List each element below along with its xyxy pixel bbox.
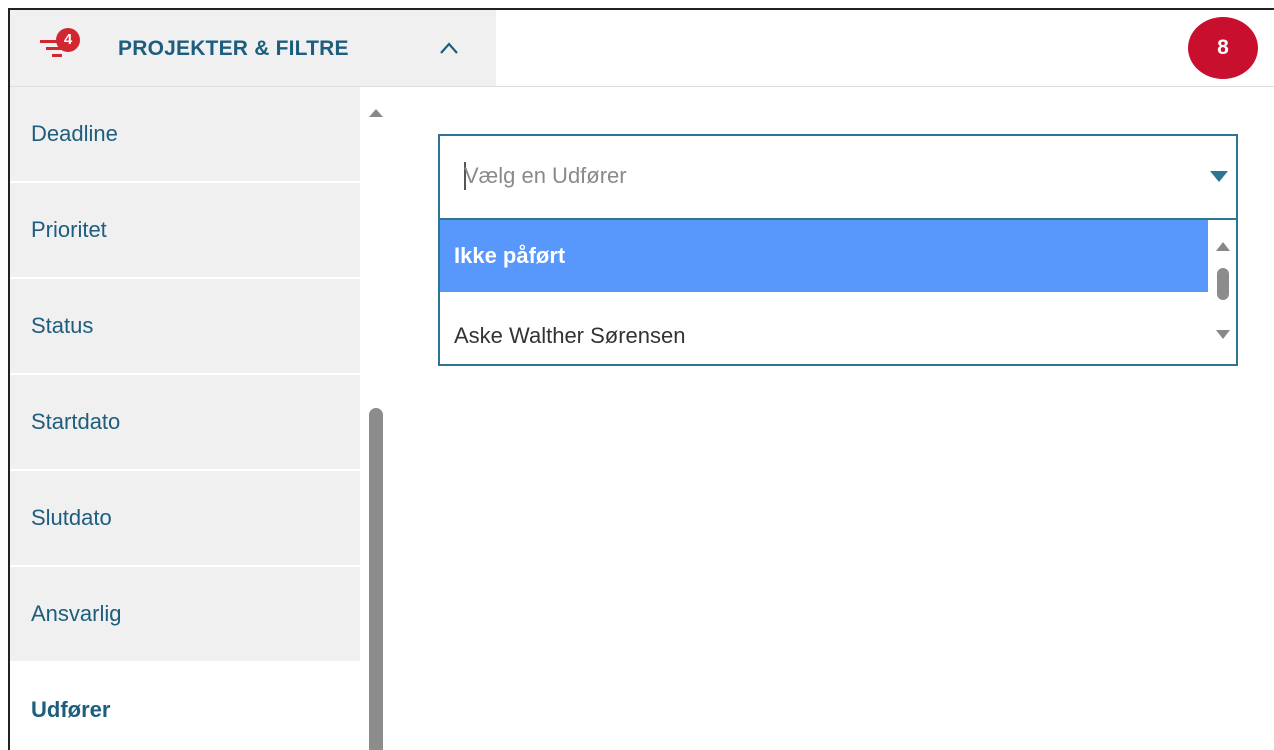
sidebar-item-udforer[interactable]: Udfører	[10, 663, 360, 750]
sidebar-item-label: Status	[31, 313, 94, 338]
options-scroll-down-arrow-icon[interactable]	[1216, 330, 1230, 339]
sidebar-scroll-up-arrow-icon[interactable]	[368, 108, 384, 118]
sidebar-item-label: Prioritet	[31, 217, 107, 242]
sidebar-item-slutdato[interactable]: Slutdato	[10, 471, 360, 567]
filter-sidebar: Deadline Prioritet Status Startdato Slut…	[10, 87, 360, 750]
caret-down-icon[interactable]	[1210, 171, 1228, 182]
header-bar: 4 PROJEKTER & FILTRE 8	[10, 10, 1274, 87]
sidebar-scrollbar-thumb[interactable]	[369, 408, 383, 750]
projects-filters-toggle[interactable]: 4 PROJEKTER & FILTRE	[10, 10, 496, 86]
header-title: PROJEKTER & FILTRE	[118, 37, 349, 60]
sidebar-item-label: Deadline	[31, 121, 118, 146]
udforer-options-list: Ikke påført Aske Walther Sørensen	[438, 220, 1238, 366]
sidebar-item-label: Slutdato	[31, 505, 112, 530]
user-avatar-badge[interactable]: 8	[1188, 17, 1258, 79]
sidebar-item-status[interactable]: Status	[10, 279, 360, 375]
udforer-search-input[interactable]	[464, 158, 1184, 194]
sidebar-item-label: Ansvarlig	[31, 601, 122, 626]
udforer-select[interactable]	[438, 134, 1238, 220]
app-window: 4 PROJEKTER & FILTRE 8 Deadline Priorite…	[8, 8, 1274, 750]
sidebar-item-label: Startdato	[31, 409, 121, 434]
option-label: Ikke påført	[454, 243, 566, 268]
filter-count-badge: 4	[56, 28, 80, 52]
sidebar-item-startdato[interactable]: Startdato	[10, 375, 360, 471]
sidebar-item-label: Udfører	[31, 697, 111, 722]
option-label: Aske Walther Sørensen	[454, 323, 686, 348]
options-scroll-up-arrow-icon[interactable]	[1216, 242, 1230, 251]
option-aske-walther-sorensen[interactable]: Aske Walther Sørensen	[440, 310, 1208, 364]
sidebar-item-ansvarlig[interactable]: Ansvarlig	[10, 567, 360, 663]
option-ikke-pafort[interactable]: Ikke påført	[440, 220, 1208, 292]
options-scrollbar-thumb[interactable]	[1217, 268, 1229, 300]
sidebar-item-deadline[interactable]: Deadline	[10, 87, 360, 183]
chevron-up-icon[interactable]	[438, 38, 460, 58]
sidebar-item-prioritet[interactable]: Prioritet	[10, 183, 360, 279]
